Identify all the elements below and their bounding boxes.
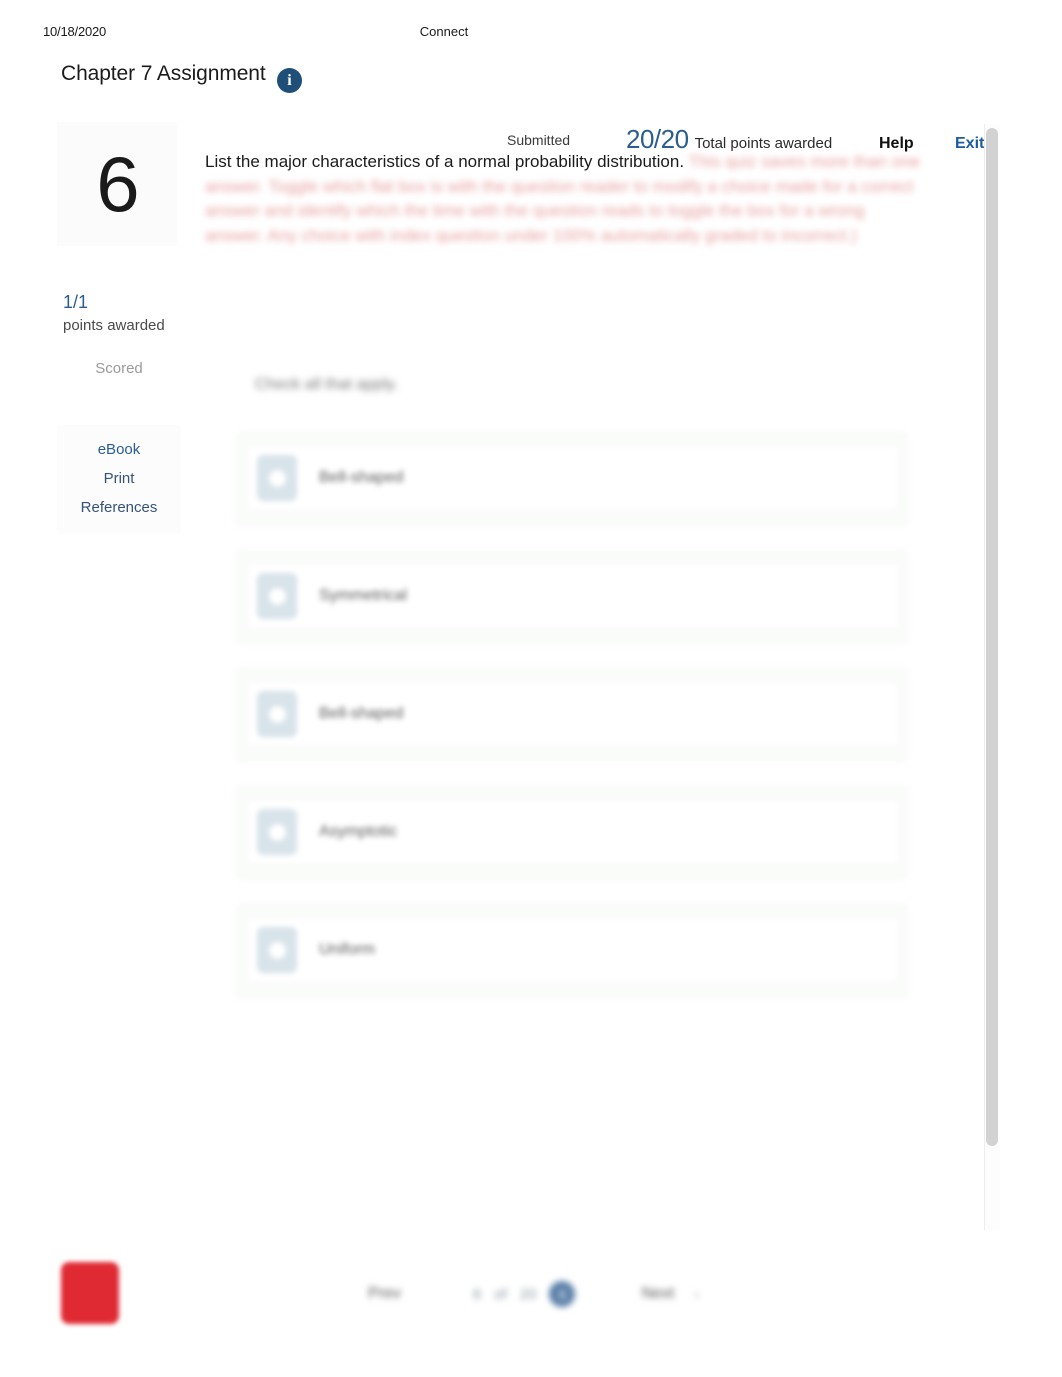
question-stem-text: List the major characteristics of a norm…: [205, 152, 685, 171]
drag-handle-icon[interactable]: [257, 927, 297, 973]
prev-button[interactable]: Prev: [368, 1285, 401, 1303]
scored-status: Scored: [95, 360, 143, 377]
points-awarded-caption: points awarded: [63, 317, 165, 334]
answer-option-inner[interactable]: Asymptotic: [246, 799, 900, 865]
answer-option-row[interactable]: Bell-shaped: [236, 668, 908, 762]
drag-handle-icon[interactable]: [257, 573, 297, 619]
question-navigation: Prev 6 of 20 6 Next ›: [360, 1272, 790, 1316]
drag-handle-icon[interactable]: [257, 455, 297, 501]
rail-links: eBook Print References: [57, 425, 181, 534]
answer-options-list: Bell-shaped Symmetrical Bell-shaped Asym…: [236, 432, 908, 1022]
print-link[interactable]: Print: [57, 464, 181, 493]
page-indicator-total: 20: [519, 1285, 537, 1303]
question-body: List the major characteristics of a norm…: [205, 150, 925, 249]
answer-option-label: Symmetrical: [319, 587, 408, 604]
page-indicator-of: of: [494, 1285, 507, 1303]
question-stem: List the major characteristics of a norm…: [205, 150, 925, 249]
info-icon[interactable]: i: [277, 68, 302, 93]
print-site-title: Connect: [419, 24, 469, 39]
chevron-right-icon[interactable]: ›: [694, 1286, 699, 1302]
question-rail: 6 1/1 points awarded Scored eBook Print …: [57, 122, 181, 534]
answer-option-row[interactable]: Symmetrical: [236, 550, 908, 644]
answer-option-row[interactable]: Uniform: [236, 904, 908, 998]
points-awarded-value: 1/1: [63, 292, 89, 312]
answer-option-label: Bell-shaped: [319, 705, 404, 722]
page-root: 10/18/2020 Connect Chapter 7 Assignment …: [0, 0, 1062, 1377]
drag-handle-icon[interactable]: [257, 691, 297, 737]
page-indicator: 6 of 20 6: [473, 1281, 576, 1307]
ebook-link[interactable]: eBook: [57, 435, 181, 464]
next-button[interactable]: Next: [641, 1285, 674, 1303]
answer-option-inner[interactable]: Symmetrical: [246, 563, 900, 629]
current-page-badge[interactable]: 6: [549, 1281, 576, 1307]
question-number-box: 6: [57, 122, 177, 246]
answer-option-label: Uniform: [319, 941, 376, 958]
vertical-scrollbar-thumb[interactable]: [986, 128, 998, 1146]
print-header: 10/18/2020 Connect: [0, 24, 1062, 42]
answer-option-inner[interactable]: Bell-shaped: [246, 445, 900, 511]
references-link[interactable]: References: [57, 493, 181, 522]
answer-instruction: Check all that apply.: [255, 376, 398, 393]
question-number: 6: [96, 140, 139, 228]
drag-handle-icon[interactable]: [257, 809, 297, 855]
mcgraw-hill-logo: [61, 1262, 119, 1324]
answer-option-label: Bell-shaped: [319, 469, 404, 486]
page-indicator-number: 6: [472, 1285, 482, 1303]
answer-option-inner[interactable]: Uniform: [246, 917, 900, 983]
answer-option-inner[interactable]: Bell-shaped: [246, 681, 900, 747]
answer-option-row[interactable]: Asymptotic: [236, 786, 908, 880]
answer-option-label: Asymptotic: [319, 823, 398, 840]
page-title: Chapter 7 Assignment: [61, 62, 266, 85]
app-header: Chapter 7 Assignment Submitted 20/20 Tota…: [0, 62, 1062, 154]
answer-option-row[interactable]: Bell-shaped: [236, 432, 908, 526]
